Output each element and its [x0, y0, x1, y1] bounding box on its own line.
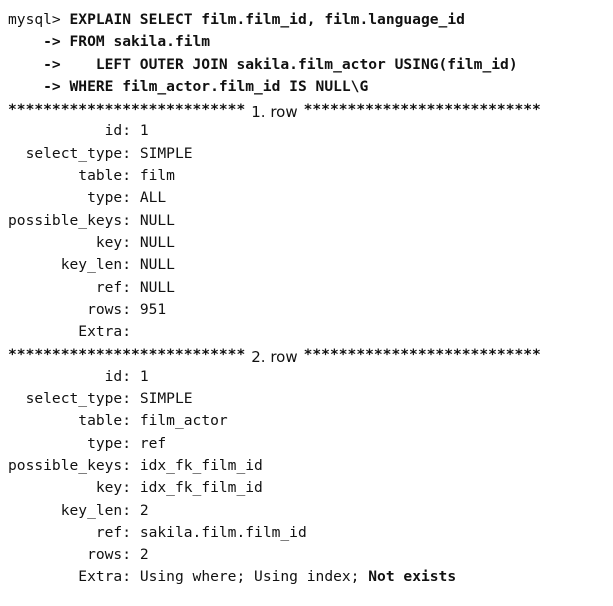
query-text-2: FROM sakila.film — [69, 33, 211, 51]
field-value: NULL — [139, 256, 175, 274]
field-value: 1 — [139, 367, 149, 385]
extra-not-exists: Not exists — [368, 568, 457, 586]
field-key: ref: — [8, 278, 132, 296]
field-key: type: — [8, 189, 132, 207]
field-value: NULL — [139, 211, 175, 229]
field-row: Extra: Using where; Using index; Not exi… — [8, 566, 613, 588]
field-value: SIMPLE — [139, 390, 193, 408]
field-key: Extra: — [8, 323, 132, 341]
field-value: ref — [139, 434, 167, 452]
field-row: ref: NULL — [8, 277, 613, 299]
field-key: key: — [8, 233, 132, 251]
field-value: 2 — [139, 501, 149, 519]
field-row: select_type: SIMPLE — [8, 143, 613, 165]
field-row: type: ref — [8, 433, 613, 455]
field-row: rows: 951 — [8, 299, 613, 321]
field-value: ALL — [139, 189, 167, 207]
field-row: id: 1 — [8, 366, 613, 388]
field-key: type: — [8, 434, 132, 452]
row-separator-2: *************************** 2. row *******… — [8, 343, 613, 365]
result-row-1: id: 1 select_type: SIMPLE table: film ty… — [8, 120, 613, 343]
field-row: key: idx_fk_film_id — [8, 477, 613, 499]
field-row: table: film_actor — [8, 410, 613, 432]
field-key: ref: — [8, 523, 132, 541]
field-value: sakila.film.film_id — [139, 523, 307, 541]
query-text-3: LEFT OUTER JOIN sakila.film_actor USING(… — [60, 55, 518, 73]
field-key: id: — [8, 122, 132, 140]
row-separator-1: *************************** 1. row *******… — [8, 98, 613, 120]
terminal-output: mysql> EXPLAIN SELECT film.film_id, film… — [0, 0, 613, 606]
field-row: select_type: SIMPLE — [8, 388, 613, 410]
field-key: table: — [8, 167, 132, 185]
query-line-4: -> WHERE film_actor.film_id IS NULL\G — [8, 76, 613, 98]
field-value: 1 — [139, 122, 149, 140]
query-line-2: -> FROM sakila.film — [8, 31, 613, 53]
result-row-2: id: 1 select_type: SIMPLE table: film_ac… — [8, 366, 613, 589]
query-line-3: -> LEFT OUTER JOIN sakila.film_actor USI… — [8, 55, 518, 73]
field-row: key_len: 2 — [8, 500, 613, 522]
field-row: possible_keys: NULL — [8, 210, 613, 232]
field-key: key: — [8, 479, 132, 497]
field-value: SIMPLE — [139, 144, 193, 162]
field-key: key_len: — [8, 256, 132, 274]
field-value: 2 — [139, 546, 149, 564]
separator-stars-right: *************************** — [303, 346, 541, 364]
field-row: possible_keys: idx_fk_film_id — [8, 455, 613, 477]
field-row: id: 1 — [8, 120, 613, 142]
query-text-1: EXPLAIN SELECT film.film_id, film.langua… — [69, 11, 465, 28]
separator-stars-right: *************************** — [303, 101, 541, 119]
field-value: Using where; Using index; — [139, 568, 369, 586]
field-row: type: ALL — [8, 187, 613, 209]
field-key: possible_keys: — [8, 456, 132, 474]
field-value: film_actor — [139, 412, 228, 430]
field-key: id: — [8, 367, 132, 385]
field-row: ref: sakila.film.film_id — [8, 522, 613, 544]
field-row: rows: 2 — [8, 544, 613, 566]
mysql-prompt: mysql> — [8, 11, 70, 28]
field-value: idx_fk_film_id — [139, 479, 263, 497]
field-key: Extra: — [8, 568, 132, 586]
field-value: NULL — [139, 278, 175, 296]
query-line-1: mysql> EXPLAIN SELECT film.film_id, film… — [8, 9, 613, 31]
continuation-prompt: -> — [8, 33, 70, 51]
field-value: 951 — [139, 300, 167, 318]
continuation-prompt: -> — [8, 77, 70, 95]
field-key: possible_keys: — [8, 211, 132, 229]
field-row: Extra: — [8, 321, 613, 343]
separator-stars-left: *************************** — [8, 346, 246, 364]
field-value: NULL — [139, 233, 175, 251]
field-key: key_len: — [8, 501, 132, 519]
field-key: rows: — [8, 546, 132, 564]
field-value: idx_fk_film_id — [139, 456, 263, 474]
row-label-2: 2. row — [251, 348, 298, 366]
field-key: select_type: — [8, 390, 132, 408]
query-text-4: WHERE film_actor.film_id IS NULL\G — [69, 77, 369, 95]
field-key: select_type: — [8, 144, 132, 162]
field-row: table: film — [8, 165, 613, 187]
field-row: key: NULL — [8, 232, 613, 254]
field-row: key_len: NULL — [8, 254, 613, 276]
field-key: table: — [8, 412, 132, 430]
separator-stars-left: *************************** — [8, 101, 246, 119]
row-label-1: 1. row — [251, 103, 298, 121]
field-value: film — [139, 167, 175, 185]
field-key: rows: — [8, 300, 132, 318]
